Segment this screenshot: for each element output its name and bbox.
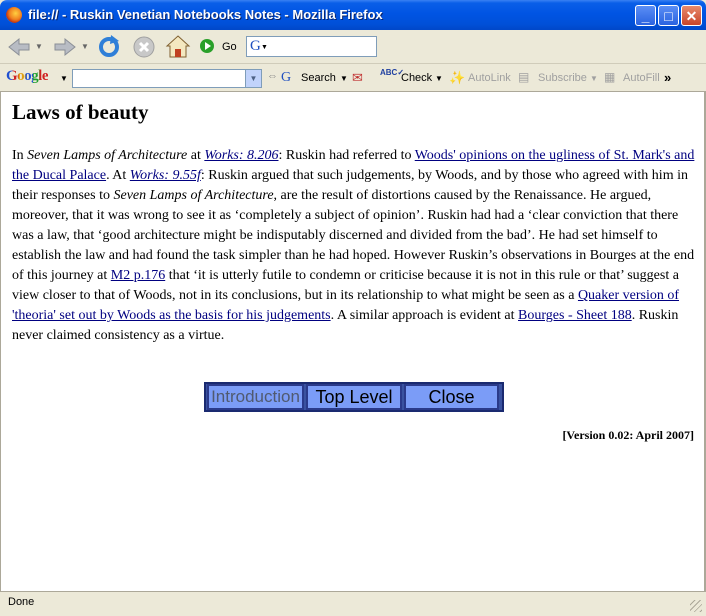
resize-grip-icon[interactable]: [690, 600, 702, 612]
go-icon[interactable]: [199, 38, 215, 54]
search-dropdown-icon[interactable]: ▼: [340, 74, 348, 83]
version-label: [Version 0.02: April 2007]: [562, 428, 694, 442]
autolink-button[interactable]: AutoLink: [468, 72, 511, 84]
link-bourges-sheet-188[interactable]: Bourges - Sheet 188: [518, 308, 632, 323]
text: In: [12, 148, 28, 163]
link-works-8-206[interactable]: Works: 8.206: [204, 148, 278, 163]
text: : Ruskin had referred to: [278, 148, 415, 163]
google-menu-dropdown-icon[interactable]: ▼: [60, 74, 68, 83]
top-level-button[interactable]: Top Level: [306, 384, 402, 410]
google-search-input[interactable]: ▼: [72, 69, 262, 88]
home-icon[interactable]: [164, 33, 192, 61]
google-logo[interactable]: Google: [6, 68, 49, 85]
subscribe-dropdown-icon[interactable]: ▼: [590, 74, 598, 83]
book-title: Seven Lamps of Architecture: [27, 148, 188, 163]
google-g-icon: G: [250, 38, 261, 54]
close-button[interactable]: Close: [404, 384, 499, 410]
page-content: Laws of beauty In Seven Lamps of Archite…: [0, 92, 704, 591]
popup-blocker-icon[interactable]: ✉: [352, 70, 363, 86]
text: . A similar approach is evident at: [330, 308, 519, 323]
link-m2-p176[interactable]: M2 p.176: [111, 268, 165, 283]
search-button[interactable]: Search: [301, 72, 336, 84]
back-dropdown-icon[interactable]: ▼: [33, 40, 45, 52]
forward-dropdown-icon[interactable]: ▼: [79, 40, 91, 52]
stop-icon[interactable]: [131, 34, 157, 60]
close-window-button[interactable]: ✕: [681, 5, 702, 26]
navigation-button-row: Introduction Top Level Close: [204, 382, 504, 412]
text: . At: [106, 168, 130, 183]
more-tools-button[interactable]: »: [664, 70, 671, 85]
check-button[interactable]: Check: [401, 72, 432, 84]
page-title: Laws of beauty: [12, 100, 149, 124]
firefox-icon: [6, 7, 22, 23]
autofill-icon: ▦: [604, 70, 616, 84]
main-paragraph: In Seven Lamps of Architecture at Works:…: [12, 146, 698, 346]
reload-icon[interactable]: [96, 34, 122, 60]
maximize-button[interactable]: □: [658, 5, 679, 26]
status-bar: [0, 591, 706, 616]
forward-icon[interactable]: [52, 36, 78, 58]
text: at: [187, 148, 205, 163]
book-title: Seven Lamps of Architecture: [113, 188, 274, 203]
check-dropdown-icon[interactable]: ▼: [435, 74, 443, 83]
status-text: Done: [8, 596, 35, 608]
minimize-button[interactable]: _: [635, 5, 656, 26]
subscribe-button[interactable]: Subscribe: [538, 72, 587, 84]
search-history-dropdown-icon[interactable]: ▼: [245, 70, 261, 87]
back-icon[interactable]: [6, 36, 32, 58]
title-bar: file:// - Ruskin Venetian Notebooks Note…: [0, 0, 706, 30]
window-title: file:// - Ruskin Venetian Notebooks Note…: [28, 7, 383, 22]
url-input[interactable]: G ▼: [246, 36, 377, 57]
go-label[interactable]: Go: [222, 41, 237, 53]
google-search-icon: G: [281, 70, 292, 85]
introduction-button[interactable]: Introduction: [207, 384, 304, 410]
autolink-icon: ✨: [449, 70, 466, 85]
toolbar-resize-handle[interactable]: ⇔: [267, 70, 278, 82]
link-works-9-55f[interactable]: Works: 9.55f: [130, 168, 201, 183]
autofill-button[interactable]: AutoFill: [623, 72, 660, 84]
subscribe-icon: ▤: [518, 70, 530, 84]
dropdown-arrow-icon: ▼: [261, 44, 268, 51]
